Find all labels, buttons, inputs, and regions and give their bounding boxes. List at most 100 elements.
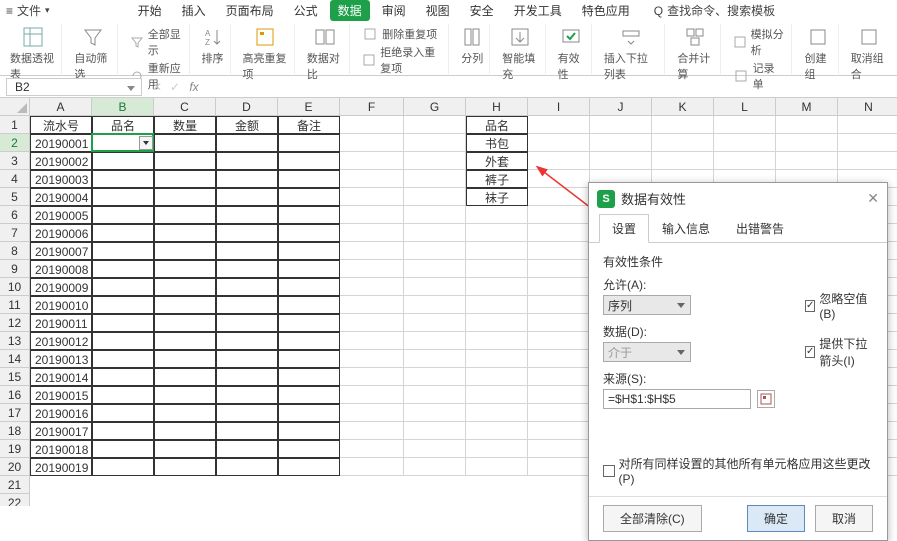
cell[interactable] <box>466 314 528 332</box>
cell[interactable] <box>216 260 278 278</box>
cell[interactable] <box>404 422 466 440</box>
cell[interactable] <box>404 224 466 242</box>
cell[interactable] <box>216 152 278 170</box>
cell[interactable] <box>278 332 340 350</box>
menu-tab-2[interactable]: 页面布局 <box>218 0 282 21</box>
close-icon[interactable]: ✕ <box>867 190 879 207</box>
cell[interactable]: 金额 <box>216 116 278 134</box>
cell[interactable] <box>278 458 340 476</box>
column-header[interactable]: J <box>590 98 652 116</box>
cell[interactable] <box>652 134 714 152</box>
row-header[interactable]: 17 <box>0 404 30 422</box>
cell[interactable] <box>528 386 590 404</box>
cell[interactable]: 袜子 <box>466 188 528 206</box>
cell[interactable] <box>466 224 528 242</box>
cell[interactable] <box>466 242 528 260</box>
pivot-table-button[interactable]: 数据透视表 <box>10 26 55 82</box>
row-header[interactable]: 4 <box>0 170 30 188</box>
cell[interactable] <box>340 350 404 368</box>
show-all-button[interactable]: 全部显示 <box>130 26 183 58</box>
cell[interactable] <box>404 242 466 260</box>
dialog-tab-2[interactable]: 出错警告 <box>723 214 797 243</box>
cell[interactable]: 20190017 <box>30 422 92 440</box>
cell[interactable] <box>340 440 404 458</box>
dropdown-arrow-checkbox[interactable]: ✓提供下拉箭头(I) <box>805 335 873 369</box>
cell[interactable]: 20190012 <box>30 332 92 350</box>
cell[interactable] <box>154 260 216 278</box>
cell[interactable] <box>92 332 154 350</box>
consolidate-button[interactable]: 合并计算 <box>677 26 713 82</box>
cell[interactable] <box>278 422 340 440</box>
cell[interactable]: 备注 <box>278 116 340 134</box>
cell[interactable] <box>714 134 776 152</box>
cell[interactable] <box>154 242 216 260</box>
cell[interactable] <box>404 332 466 350</box>
fx-button[interactable]: fx <box>184 80 204 94</box>
cell[interactable] <box>154 224 216 242</box>
cell[interactable]: 20190015 <box>30 386 92 404</box>
cell[interactable] <box>340 296 404 314</box>
cell[interactable] <box>340 260 404 278</box>
column-header[interactable]: A <box>30 98 92 116</box>
cell[interactable] <box>340 152 404 170</box>
cell[interactable] <box>278 260 340 278</box>
validation-button[interactable]: 有效性 <box>558 26 585 82</box>
cell[interactable] <box>714 152 776 170</box>
cell[interactable] <box>466 278 528 296</box>
row-header[interactable]: 3 <box>0 152 30 170</box>
cell[interactable] <box>92 440 154 458</box>
cell[interactable] <box>154 152 216 170</box>
row-header[interactable]: 7 <box>0 224 30 242</box>
cell[interactable] <box>216 458 278 476</box>
cell[interactable] <box>340 224 404 242</box>
cell[interactable]: 20190004 <box>30 188 92 206</box>
cell[interactable] <box>404 386 466 404</box>
menu-tab-1[interactable]: 插入 <box>174 0 214 21</box>
cell[interactable] <box>216 350 278 368</box>
dialog-tab-0[interactable]: 设置 <box>599 214 649 243</box>
cell[interactable] <box>216 440 278 458</box>
cell[interactable] <box>278 440 340 458</box>
cell[interactable]: 裤子 <box>466 170 528 188</box>
cell[interactable] <box>404 206 466 224</box>
cell[interactable]: 20190013 <box>30 350 92 368</box>
cell[interactable] <box>340 206 404 224</box>
cell[interactable] <box>154 458 216 476</box>
row-header[interactable]: 10 <box>0 278 30 296</box>
cell[interactable]: 20190016 <box>30 404 92 422</box>
cell[interactable] <box>528 314 590 332</box>
cell[interactable] <box>528 458 590 476</box>
cell[interactable] <box>590 116 652 134</box>
menu-tab-3[interactable]: 公式 <box>286 0 326 21</box>
cell[interactable] <box>154 314 216 332</box>
cell[interactable] <box>528 296 590 314</box>
source-input[interactable]: =$H$1:$H$5 <box>603 389 751 409</box>
cell[interactable] <box>154 440 216 458</box>
menu-tab-7[interactable]: 安全 <box>462 0 502 21</box>
cell[interactable] <box>340 368 404 386</box>
cell[interactable] <box>154 296 216 314</box>
cell[interactable] <box>92 278 154 296</box>
cell[interactable] <box>340 458 404 476</box>
row-header[interactable]: 6 <box>0 206 30 224</box>
cell[interactable] <box>278 314 340 332</box>
menu-tab-9[interactable]: 特色应用 <box>574 0 638 21</box>
cell[interactable]: 外套 <box>466 152 528 170</box>
cell[interactable] <box>154 368 216 386</box>
cell[interactable] <box>154 386 216 404</box>
cell[interactable]: 数量 <box>154 116 216 134</box>
cell[interactable] <box>466 350 528 368</box>
cell[interactable]: 20190014 <box>30 368 92 386</box>
cell[interactable] <box>590 152 652 170</box>
cell[interactable] <box>340 386 404 404</box>
menu-tab-5[interactable]: 审阅 <box>374 0 414 21</box>
cell[interactable] <box>528 116 590 134</box>
row-header[interactable]: 8 <box>0 242 30 260</box>
cell[interactable] <box>528 440 590 458</box>
ok-button[interactable]: 确定 <box>747 505 805 532</box>
cell[interactable] <box>838 152 897 170</box>
cell[interactable] <box>154 134 216 152</box>
cell[interactable]: 20190005 <box>30 206 92 224</box>
cell[interactable] <box>590 134 652 152</box>
cell[interactable] <box>776 134 838 152</box>
